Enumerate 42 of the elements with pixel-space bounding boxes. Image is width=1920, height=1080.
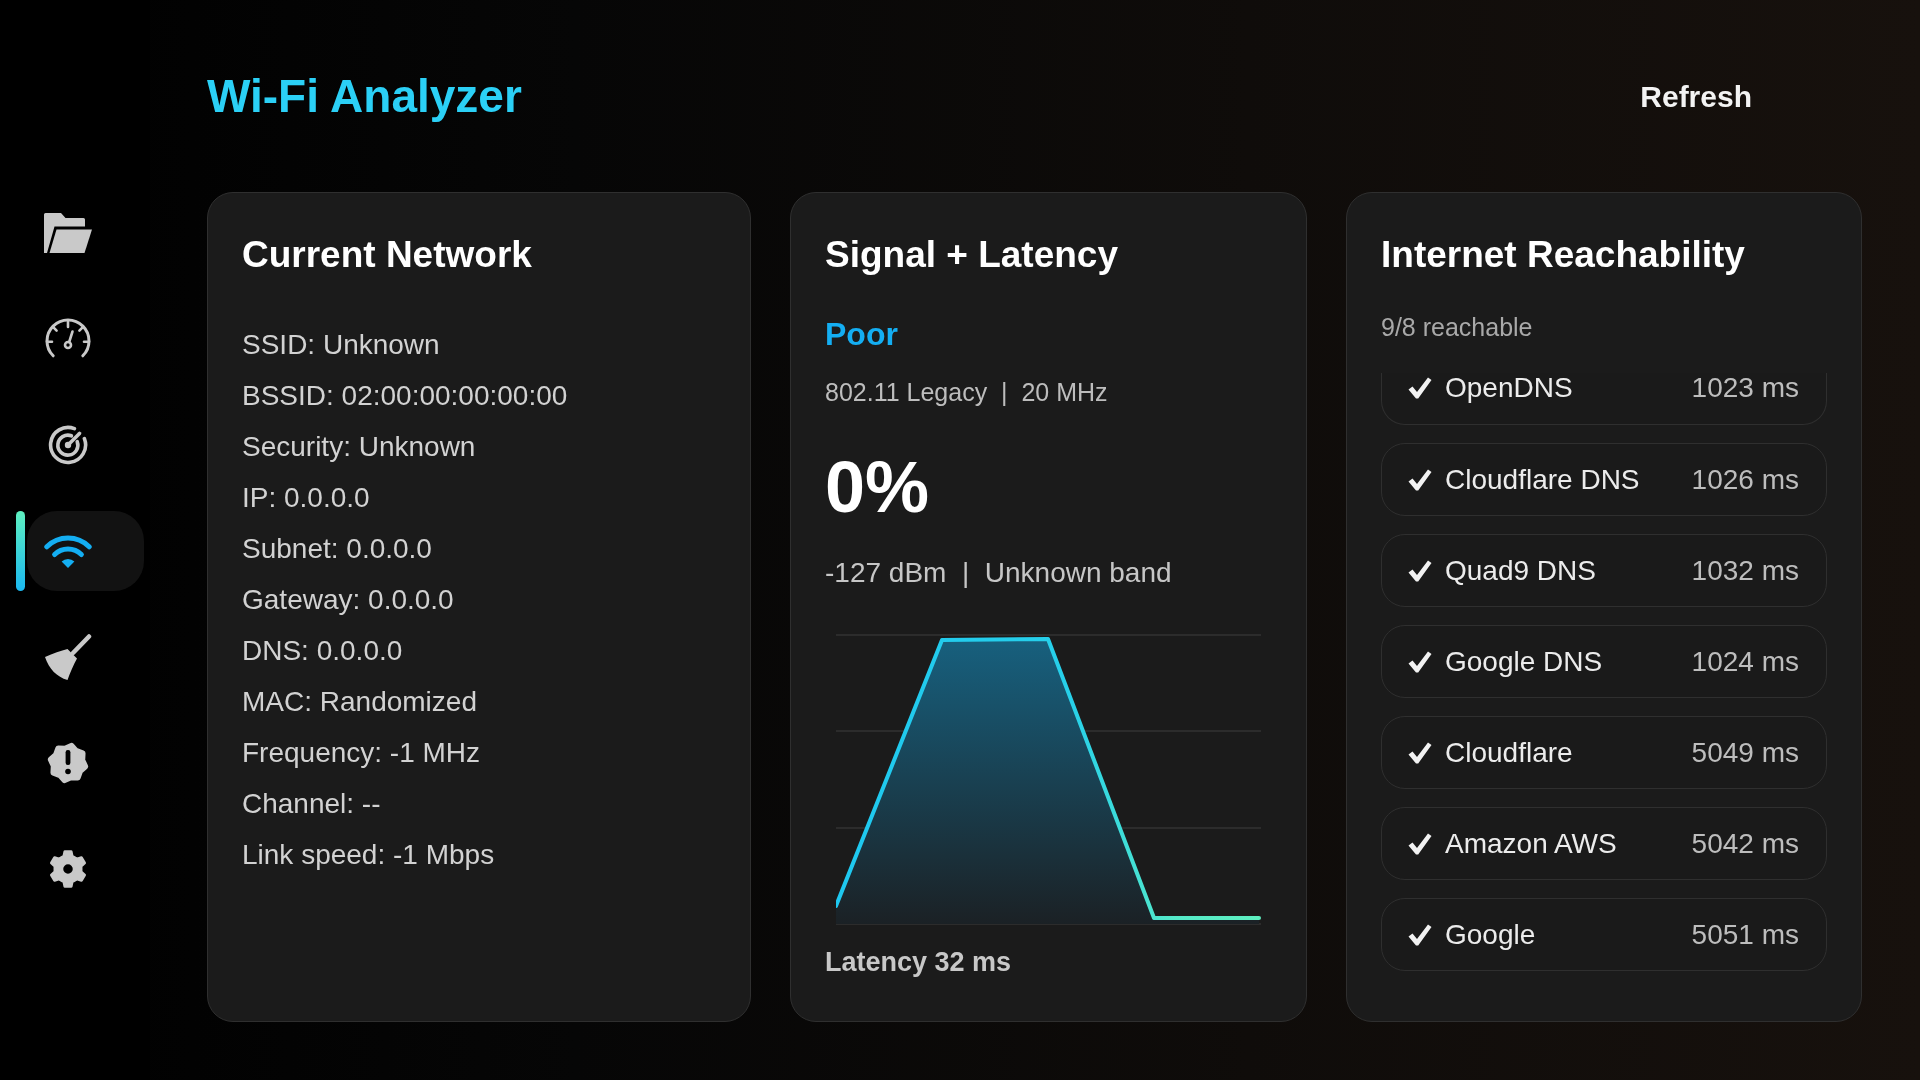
app-title: Wi-Fi Analyzer [207,69,522,124]
signal-percent: 0% [825,446,931,529]
target-name: OpenDNS [1445,373,1574,403]
latency-value: 1024 ms [1691,646,1799,677]
target-name: Google DNS [1445,646,1604,677]
latency-value: 1026 ms [1691,464,1799,495]
latency-value: 1032 ms [1691,555,1799,586]
card-title: Current Network [242,233,533,277]
target-name: Cloudflare [1445,737,1574,768]
refresh-button[interactable]: Refresh [1620,65,1772,127]
latency-value: 5042 ms [1691,828,1799,859]
card-title: Signal + Latency [825,233,1120,277]
sidebar-button[interactable] [27,511,144,591]
alert-icon [47,742,89,784]
detail-text: Channel: -- [242,787,382,821]
settings-icon [48,848,88,890]
latency-value: 5049 ms [1691,737,1799,768]
target-name: Amazon AWS [1445,828,1618,859]
detail-text: Link speed: -1 Mbps [242,838,496,872]
detail-text: Frequency: -1 MHz [242,736,482,770]
broom-icon [44,633,92,681]
radar-icon [47,424,89,466]
signal-info-text: -127 dBm | Unknown band [825,556,1173,590]
detail-text: IP: 0.0.0.0 [242,481,371,515]
detail-text: Gateway: 0.0.0.0 [242,583,455,617]
target-name: Cloudflare DNS [1445,464,1641,495]
detail-text: DNS: 0.0.0.0 [242,634,404,668]
phy-info-text: 802.11 Legacy | 20 MHz [825,377,1109,408]
detail-text: SSID: Unknown [242,328,441,362]
detail-text: Subnet: 0.0.0.0 [242,532,433,566]
target-name: Quad9 DNS [1445,555,1597,586]
detail-text: Security: Unknown [242,430,477,464]
detail-text: BSSID: 02:00:00:00:00:00 [242,379,569,413]
latency-value: 5051 ms [1691,919,1799,950]
latency-value: 1023 ms [1691,373,1799,403]
quality-label: Poor [825,315,899,354]
card-title: Internet Reachability [1381,233,1746,277]
reachable-summary: 9/8 reachable [1381,312,1534,343]
latency-text: Latency 32 ms [825,946,1013,979]
folder-icon [44,213,92,253]
target-name: Google [1445,919,1537,950]
detail-text: MAC: Randomized [242,685,478,719]
